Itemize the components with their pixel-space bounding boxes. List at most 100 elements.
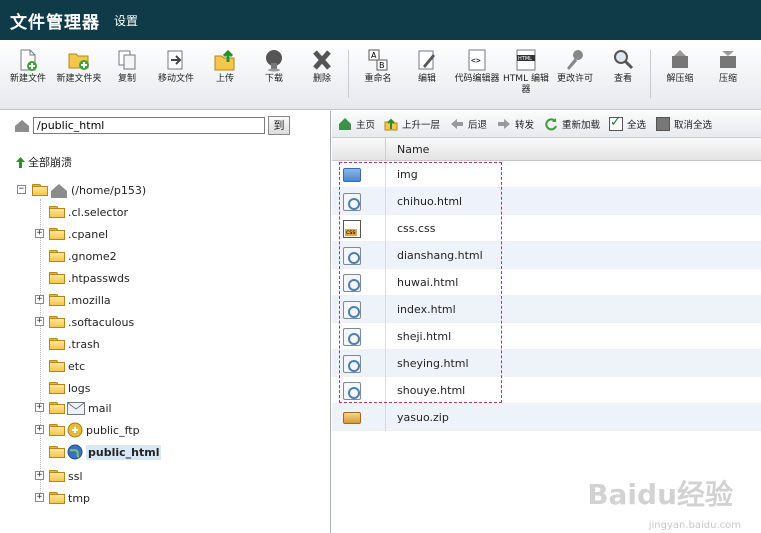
copy-button[interactable]: 复制	[103, 48, 151, 85]
folder-icon	[49, 446, 65, 458]
file-icon-cell	[332, 161, 386, 188]
tree-item[interactable]: .trash	[35, 334, 100, 354]
expand-toggle[interactable]: +	[35, 425, 44, 434]
globe-icon	[67, 444, 83, 460]
file-row[interactable]: img	[332, 161, 761, 188]
folder-icon	[49, 206, 65, 218]
reload-icon	[545, 118, 557, 131]
expand-toggle[interactable]: +	[35, 493, 44, 502]
file-icon-cell	[332, 350, 386, 377]
toolbar: 新建文件 新建文件夹 复制 移动文件 上传 下载 删除 AB 重命名 编辑 <>…	[0, 40, 761, 110]
expand-toggle[interactable]: +	[35, 471, 44, 480]
html-file-icon	[343, 382, 361, 400]
tree-item[interactable]: .htpasswds	[35, 268, 130, 288]
tree-item[interactable]: .gnome2	[35, 246, 117, 266]
app-title: 文件管理器	[10, 12, 100, 33]
expand-toggle[interactable]: +	[35, 295, 44, 304]
reload-button[interactable]: 重新加载	[544, 117, 600, 131]
home-icon	[339, 118, 351, 130]
file-row[interactable]: css.css	[332, 215, 761, 242]
folder-icon	[49, 228, 65, 240]
folder-icon	[49, 492, 65, 504]
up-one-level-button[interactable]: 上升一层	[384, 117, 440, 131]
file-row[interactable]: index.html	[332, 296, 761, 323]
file-icon-cell	[332, 188, 386, 215]
svg-text:B: B	[379, 61, 385, 70]
back-button[interactable]: 后退	[450, 117, 487, 131]
upload-button[interactable]: 上传	[201, 48, 249, 85]
svg-text:A: A	[371, 51, 377, 60]
rename-button[interactable]: AB 重命名	[354, 48, 402, 85]
file-icon-cell	[332, 215, 386, 242]
expand-toggle[interactable]: +	[35, 317, 44, 326]
expand-toggle[interactable]: +	[35, 403, 44, 412]
tree-item[interactable]: + .cpanel	[35, 224, 108, 244]
folder-icon	[49, 272, 65, 284]
icon-column-header	[332, 138, 386, 161]
file-row[interactable]: huwai.html	[332, 269, 761, 296]
file-icon-cell	[332, 296, 386, 323]
file-icon-cell	[332, 269, 386, 296]
file-row[interactable]: shouye.html	[332, 377, 761, 404]
select-all-button[interactable]: 全选	[609, 115, 646, 131]
html-file-icon	[343, 328, 361, 346]
new-folder-icon	[68, 53, 89, 70]
deselect-all-button[interactable]: 取消全选	[656, 117, 712, 131]
extract-button[interactable]: 解压缩	[656, 48, 704, 85]
tree-item[interactable]: etc	[35, 356, 85, 376]
download-button[interactable]: 下载	[250, 48, 298, 85]
folder-open-icon	[32, 184, 48, 196]
copy-icon	[118, 50, 136, 70]
move-file-button[interactable]: 移动文件	[152, 48, 200, 85]
path-input[interactable]	[33, 117, 265, 134]
checkbox-checked-icon	[609, 115, 623, 131]
expand-toggle[interactable]: +	[35, 229, 44, 238]
name-column-header[interactable]: Name	[397, 143, 429, 156]
tree-item[interactable]: + tmp	[35, 488, 90, 508]
new-file-icon	[20, 49, 37, 71]
delete-icon	[313, 50, 331, 70]
html-editor-button[interactable]: HTML HTML 编辑器	[502, 48, 550, 96]
tree-item[interactable]: + public_ftp	[35, 420, 140, 440]
file-row[interactable]: dianshang.html	[332, 242, 761, 269]
tree-item[interactable]: .cl.selector	[35, 202, 128, 222]
edit-button[interactable]: 编辑	[403, 48, 451, 85]
watermark-url: jingyan.baidu.com	[648, 520, 741, 531]
html-editor-icon: HTML	[516, 49, 536, 71]
permissions-button[interactable]: 更改许可	[551, 48, 599, 85]
arrow-up-icon	[16, 156, 25, 168]
new-folder-button[interactable]: 新建文件夹	[55, 48, 103, 85]
html-file-icon	[343, 247, 361, 265]
file-row[interactable]: yasuo.zip	[332, 404, 761, 431]
edit-icon	[418, 50, 435, 70]
tree-item[interactable]: logs	[35, 378, 91, 398]
tree-item[interactable]: + .softaculous	[35, 312, 134, 332]
code-editor-button[interactable]: <> 代码编辑器	[453, 48, 501, 85]
tree-item[interactable]: + .mozilla	[35, 290, 111, 310]
compress-icon	[720, 51, 736, 68]
new-file-button[interactable]: 新建文件	[4, 48, 52, 85]
app-header: 文件管理器 设置	[0, 0, 761, 40]
compress-button[interactable]: 压缩	[704, 48, 752, 85]
settings-link[interactable]: 设置	[114, 12, 138, 29]
collapse-toggle[interactable]: −	[17, 185, 26, 194]
toolbar-separator	[650, 50, 651, 98]
view-button[interactable]: 查看	[599, 48, 647, 85]
forward-button[interactable]: 转发	[497, 117, 534, 131]
tree-root[interactable]: − (/home/p153)	[17, 180, 146, 200]
html-file-icon	[343, 193, 361, 211]
go-button[interactable]: 到	[268, 116, 290, 135]
home-button[interactable]: 主页	[338, 117, 375, 131]
collapse-all-button[interactable]: 全部崩溃	[16, 154, 72, 170]
tree-item[interactable]: + ssl	[35, 466, 83, 486]
delete-button[interactable]: 删除	[298, 48, 346, 85]
file-row[interactable]: chihuo.html	[332, 188, 761, 215]
folder-up-icon	[384, 118, 398, 131]
file-row[interactable]: sheji.html	[332, 323, 761, 350]
file-icon-cell	[332, 242, 386, 269]
file-row[interactable]: sheying.html	[332, 350, 761, 377]
tree-item[interactable]: + mail	[35, 398, 112, 418]
rename-icon: AB	[368, 49, 388, 71]
tree-item-selected[interactable]: public_html	[35, 442, 162, 462]
folder-icon	[49, 360, 65, 372]
